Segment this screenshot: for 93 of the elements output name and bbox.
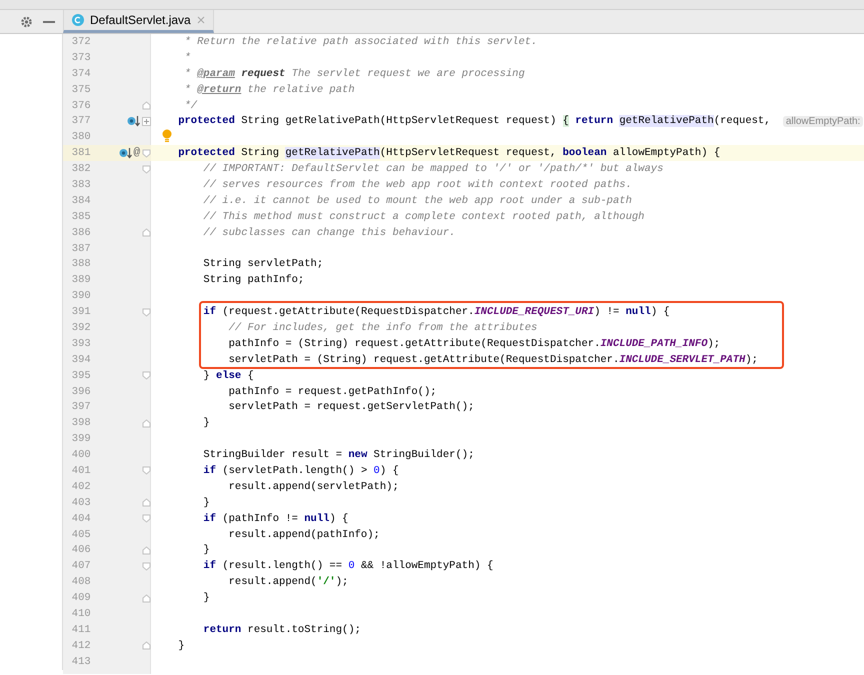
code-line: } else { — [202, 368, 254, 383]
line-number: 398 — [70, 417, 91, 430]
line-number: 397 — [70, 401, 91, 414]
code-line: String servletPath; — [202, 257, 324, 272]
annotation-marker[interactable]: @ — [134, 147, 140, 160]
line-number: 391 — [70, 306, 91, 318]
code-line: } — [177, 638, 185, 653]
line-number: 374 — [70, 68, 91, 80]
code-line: // For includes, get the info from the attributes — [228, 320, 538, 335]
code-line: result.append(servletPath); — [228, 480, 399, 494]
line-number: 381 — [70, 147, 91, 160]
line-number: 380 — [70, 131, 91, 144]
line-number: 400 — [70, 449, 91, 462]
line-number: 390 — [70, 290, 91, 302]
code-line: protected String getRelativePath(HttpServletRequest request, boolean allowEmptyPath) { — [177, 146, 720, 160]
code-line: } — [202, 416, 210, 430]
close-icon[interactable] — [196, 16, 205, 24]
line-number: 412 — [70, 640, 91, 652]
code-line: if (result.length() == 0 && !allowEmptyPath) { — [202, 559, 494, 574]
line-number: 403 — [70, 496, 91, 509]
line-number: 392 — [70, 322, 91, 334]
code-line: * Return the relative path associated with this servlet. — [184, 34, 538, 49]
code-line: return result.toString(); — [202, 622, 361, 637]
parameter-hint: allowEmptyPath: — [782, 116, 864, 127]
code-line: pathInfo = (String) request.getAttribute(RequestDispatcher.INCLUDE_PATH_INFO); — [228, 336, 720, 351]
line-number: 386 — [70, 226, 91, 239]
code-line: servletPath = request.getServletPath(); — [228, 400, 474, 414]
tab-title: DefaultServlet.java — [90, 13, 191, 27]
line-number: 394 — [70, 354, 91, 366]
line-number: 405 — [70, 528, 91, 541]
fold-marker-icon[interactable] — [142, 466, 151, 476]
code-line: String pathInfo; — [202, 273, 304, 288]
code-line: // serves resources from the web app root with context rooted paths. — [202, 178, 632, 192]
line-number: 373 — [70, 52, 91, 64]
line-number: 404 — [70, 512, 91, 525]
code-line: // i.e. it cannot be used to mount the web app root under a sub-path — [202, 194, 632, 208]
code-line: result.append('/'); — [228, 575, 348, 590]
line-number: 407 — [70, 560, 91, 572]
line-number: 406 — [70, 544, 91, 556]
line-number: 372 — [70, 36, 91, 48]
code-line: } — [202, 591, 210, 606]
line-number: 384 — [70, 194, 91, 207]
fold-marker-icon[interactable] — [142, 562, 151, 571]
line-number: 396 — [70, 386, 91, 398]
line-number: 387 — [70, 242, 91, 255]
code-line: * @return the relative path — [184, 82, 355, 97]
line-number: 383 — [70, 178, 91, 191]
line-number: 401 — [70, 464, 91, 477]
code-line: pathInfo = request.getPathInfo(); — [228, 384, 437, 399]
fold-marker-icon[interactable] — [142, 164, 151, 174]
editor-tab[interactable]: DefaultServlet.java — [63, 10, 214, 33]
class-icon — [72, 14, 84, 26]
line-number: 393 — [70, 338, 91, 350]
code-line: if (pathInfo != null) { — [202, 512, 348, 526]
code-line: // This method must construct a complete context rooted path, although — [202, 210, 644, 224]
fold-marker-icon[interactable] — [142, 308, 151, 317]
override-method-icon[interactable] — [127, 115, 140, 128]
code-line: // subclasses can change this behaviour. — [202, 226, 456, 240]
line-number: 377 — [70, 115, 91, 128]
code-line: protected String getRelativePath(HttpServletRequest request) { return getRelativePath(request, — [177, 114, 772, 128]
code-line: } — [202, 543, 210, 558]
fold-marker-icon[interactable] — [142, 371, 151, 380]
line-number: 395 — [70, 370, 91, 382]
line-number: 385 — [70, 210, 91, 223]
code-line: result.append(pathInfo); — [228, 528, 380, 542]
code-line: if (request.getAttribute(RequestDispatcher.INCLUDE_REQUEST_URI) != null) { — [202, 305, 670, 320]
line-number: 388 — [70, 258, 91, 270]
code-line: servletPath = (String) request.getAttribute(RequestDispatcher.INCLUDE_SERVLET_PATH); — [228, 352, 758, 367]
expand-fold-icon[interactable] — [142, 116, 151, 126]
code-line: } — [202, 496, 210, 510]
line-number: 389 — [70, 274, 91, 286]
line-number: 410 — [70, 608, 91, 620]
lightbulb-icon[interactable] — [162, 129, 172, 142]
minimize-icon[interactable] — [43, 20, 55, 22]
line-number: 382 — [70, 163, 91, 176]
settings-icon[interactable] — [20, 15, 33, 28]
line-number: 408 — [70, 576, 91, 588]
code-line: * — [184, 50, 191, 65]
line-number: 375 — [70, 84, 91, 96]
fold-marker-icon[interactable] — [142, 148, 151, 158]
line-number: 399 — [70, 433, 91, 446]
code-line: * @param request The servlet request we are processing — [184, 66, 525, 81]
code-line: */ — [184, 98, 198, 112]
line-number: 402 — [70, 480, 91, 493]
line-number: 413 — [70, 656, 91, 668]
fold-marker-icon[interactable] — [142, 514, 151, 524]
line-number: 376 — [70, 100, 91, 112]
code-line: if (servletPath.length() > 0) { — [202, 464, 399, 478]
code-line: // IMPORTANT: DefaultServlet can be mapped to '/' or '/path/*' but always — [202, 162, 664, 176]
line-number: 411 — [70, 624, 91, 636]
line-number: 409 — [70, 592, 91, 604]
override-method-icon[interactable] — [118, 147, 132, 160]
code-line: StringBuilder result = new StringBuilder(); — [202, 448, 474, 462]
